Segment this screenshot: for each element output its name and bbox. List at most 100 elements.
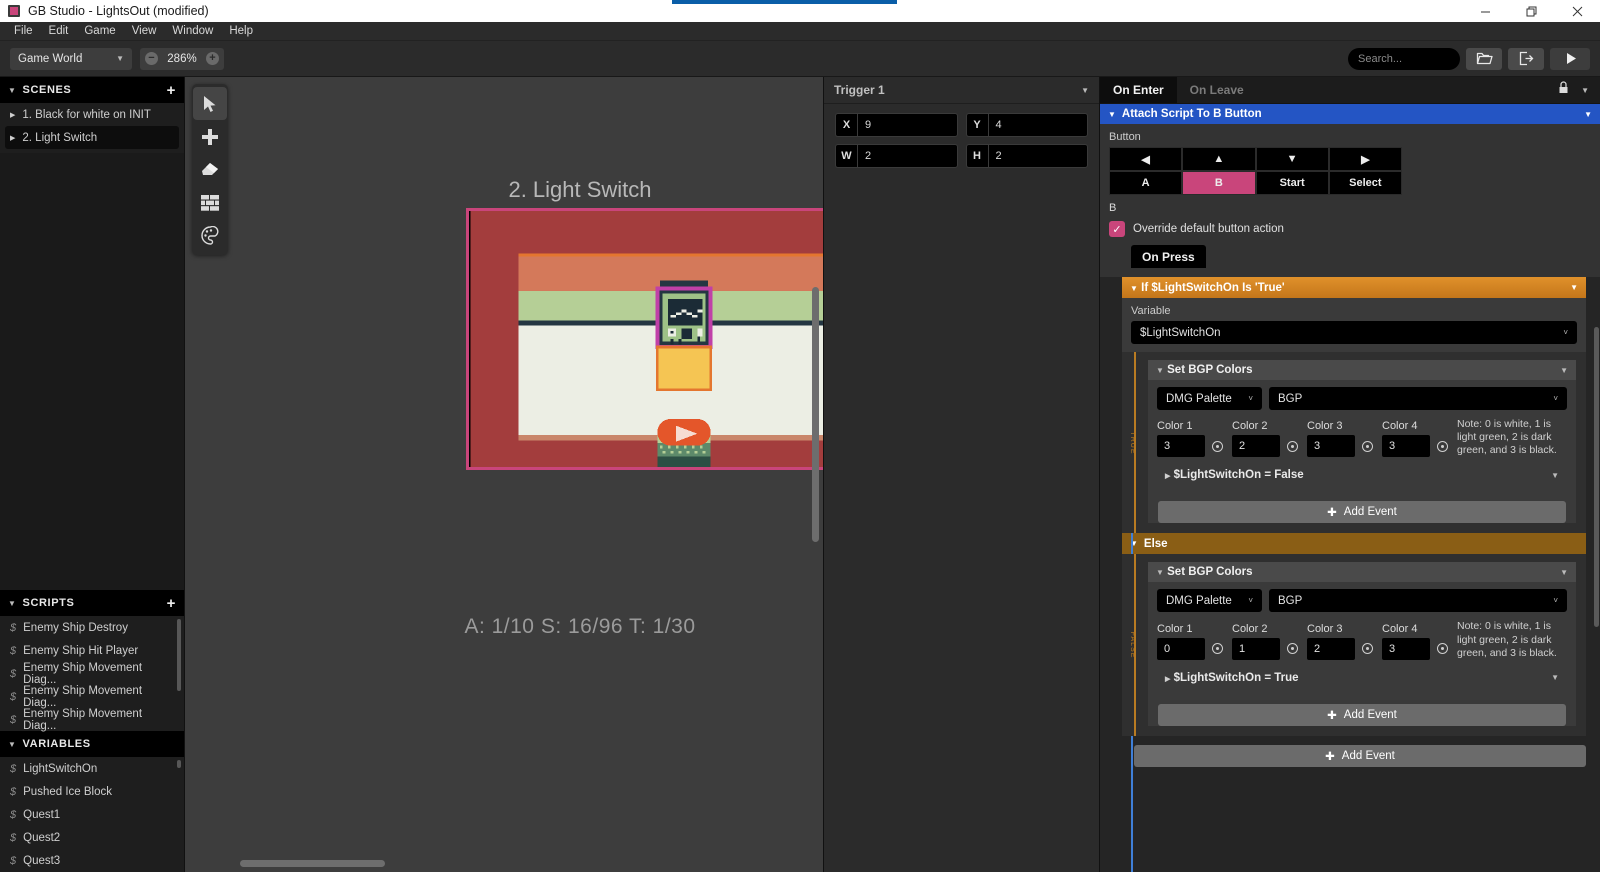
trigger-w-field[interactable]: W 2: [835, 144, 958, 168]
scene-item-2[interactable]: ▶ 2. Light Switch: [5, 126, 179, 149]
add-script-button[interactable]: +: [167, 596, 176, 611]
color-picker-icon[interactable]: [1437, 643, 1448, 655]
script-item[interactable]: $ Enemy Ship Hit Player: [0, 639, 184, 662]
gb-screen[interactable]: [469, 211, 823, 467]
chevron-down-icon[interactable]: ▼: [1081, 86, 1089, 95]
trigger-w-value[interactable]: 2: [857, 144, 958, 168]
event-menu-icon[interactable]: ▼: [1584, 110, 1592, 119]
variable-item[interactable]: $ Quest2: [0, 826, 184, 849]
script-item[interactable]: $ Enemy Ship Destroy: [0, 616, 184, 639]
color-2-input[interactable]: 1: [1232, 637, 1280, 660]
scene-canvas[interactable]: 2. Light Switch A: 1/10 S: 16/96 T: 1/30: [185, 77, 823, 872]
palette-target-select-true[interactable]: BGP ˅: [1269, 387, 1567, 410]
world-select[interactable]: Game World ▼: [10, 47, 132, 70]
variable-select[interactable]: $LightSwitchOn ˅: [1131, 321, 1577, 344]
variable-item[interactable]: $ Pushed Ice Block: [0, 780, 184, 803]
color-4-input[interactable]: 3: [1382, 435, 1430, 458]
menu-help[interactable]: Help: [221, 22, 261, 41]
if-menu-icon[interactable]: ▼: [1570, 283, 1578, 292]
search-input[interactable]: Search...: [1348, 47, 1460, 70]
folder-icon[interactable]: [1466, 47, 1502, 70]
trigger-x-value[interactable]: 9: [857, 113, 958, 137]
minimize-button[interactable]: [1462, 0, 1508, 22]
color-picker-icon[interactable]: [1362, 643, 1373, 655]
canvas-horizontal-scrollbar[interactable]: [240, 860, 385, 867]
zoom-in-button[interactable]: +: [206, 52, 219, 65]
variables-scrollbar[interactable]: [177, 760, 181, 768]
lock-icon[interactable]: [1558, 81, 1569, 99]
variable-item[interactable]: $ Quest1: [0, 803, 184, 826]
scenes-section-header[interactable]: ▼ SCENES +: [0, 77, 184, 103]
color-picker-icon[interactable]: [1212, 643, 1223, 655]
collapsed-event-false[interactable]: ▶ $LightSwitchOn = True ▼: [1157, 667, 1567, 688]
color-picker-icon[interactable]: [1287, 440, 1298, 452]
button-b[interactable]: B: [1182, 171, 1256, 195]
dpad-up-button[interactable]: ▲: [1182, 147, 1256, 171]
scene-item-1[interactable]: ▶ 1. Black for white on INIT: [0, 103, 184, 126]
add-event-true[interactable]: ✚ Add Event: [1158, 501, 1566, 524]
trigger-h-value[interactable]: 2: [987, 144, 1088, 168]
menu-window[interactable]: Window: [164, 22, 221, 41]
color-3-input[interactable]: 2: [1307, 637, 1355, 660]
palette-target-select-false[interactable]: BGP ˅: [1269, 589, 1567, 613]
color-4-input[interactable]: 3: [1382, 637, 1430, 660]
variable-item[interactable]: $ Quest3: [0, 849, 184, 872]
palette-type-select-true[interactable]: DMG Palette ˅: [1157, 387, 1262, 410]
trigger-y-field[interactable]: Y 4: [965, 113, 1088, 137]
dpad-right-button[interactable]: ▶: [1328, 147, 1402, 171]
if-block-header[interactable]: ▼ If $LightSwitchOn Is 'True' ▼: [1122, 277, 1586, 298]
select-tool[interactable]: [193, 87, 227, 120]
event-menu-icon[interactable]: ▼: [1551, 673, 1559, 682]
script-item[interactable]: $ Enemy Ship Movement Diag...: [0, 708, 184, 732]
color-picker-icon[interactable]: [1362, 440, 1373, 452]
scene-preview-box[interactable]: [466, 208, 823, 470]
zoom-out-button[interactable]: −: [145, 52, 158, 65]
color-picker-icon[interactable]: [1212, 440, 1223, 452]
event-menu-icon[interactable]: ▼: [1560, 568, 1568, 577]
button-a[interactable]: A: [1109, 171, 1183, 195]
scripts-scrollbar[interactable]: [177, 619, 181, 691]
play-icon[interactable]: [1550, 47, 1590, 70]
color-picker-icon[interactable]: [1437, 440, 1448, 452]
override-default-row[interactable]: ✓ Override default button action: [1109, 221, 1591, 237]
palette-tool[interactable]: [193, 219, 227, 252]
add-tool[interactable]: [193, 120, 227, 153]
dpad-down-button[interactable]: ▼: [1255, 147, 1329, 171]
set-bgp-header-true[interactable]: ▼ Set BGP Colors ▼: [1148, 360, 1576, 380]
maximize-button[interactable]: [1508, 0, 1554, 22]
menu-game[interactable]: Game: [76, 22, 123, 41]
export-icon[interactable]: [1508, 47, 1544, 70]
script-item[interactable]: $ Enemy Ship Movement Diag...: [0, 662, 184, 686]
scripts-section-header[interactable]: ▼ SCRIPTS +: [0, 590, 184, 616]
event-menu-icon[interactable]: ▼: [1551, 471, 1559, 480]
color-3-input[interactable]: 3: [1307, 435, 1355, 458]
trigger-h-field[interactable]: H 2: [965, 144, 1088, 168]
menu-file[interactable]: File: [6, 22, 41, 41]
button-select[interactable]: Select: [1328, 171, 1402, 195]
color-1-input[interactable]: 0: [1157, 637, 1205, 660]
event-menu-icon[interactable]: ▼: [1560, 366, 1568, 375]
close-button[interactable]: [1554, 0, 1600, 22]
chevron-down-icon[interactable]: ▼: [1581, 86, 1589, 95]
add-event-root[interactable]: ✚ Add Event: [1134, 744, 1586, 767]
canvas-vertical-scrollbar[interactable]: [812, 287, 819, 542]
override-checkbox[interactable]: ✓: [1109, 221, 1125, 237]
button-start[interactable]: Start: [1255, 171, 1329, 195]
variable-item[interactable]: $ LightSwitchOn: [0, 757, 184, 780]
else-header[interactable]: ▼ Else: [1122, 533, 1586, 555]
color-picker-icon[interactable]: [1287, 643, 1298, 655]
color-1-input[interactable]: 3: [1157, 435, 1205, 458]
trigger-x-field[interactable]: X 9: [835, 113, 958, 137]
tab-on-leave[interactable]: On Leave: [1177, 77, 1257, 103]
trigger-y-value[interactable]: 4: [987, 113, 1088, 137]
event-header-attach-script[interactable]: ▼ Attach Script To B Button ▼: [1100, 104, 1600, 124]
collapsed-event-true[interactable]: ▶ $LightSwitchOn = False ▼: [1157, 465, 1567, 486]
set-bgp-header-false[interactable]: ▼ Set BGP Colors ▼: [1148, 562, 1576, 583]
script-panel-scrollbar[interactable]: [1594, 327, 1599, 627]
add-scene-button[interactable]: +: [167, 83, 176, 98]
variables-section-header[interactable]: ▼ VARIABLES: [0, 731, 184, 757]
on-press-tab[interactable]: On Press: [1131, 245, 1206, 268]
color-2-input[interactable]: 2: [1232, 435, 1280, 458]
menu-edit[interactable]: Edit: [41, 22, 77, 41]
dpad-left-button[interactable]: ◀: [1109, 147, 1183, 171]
